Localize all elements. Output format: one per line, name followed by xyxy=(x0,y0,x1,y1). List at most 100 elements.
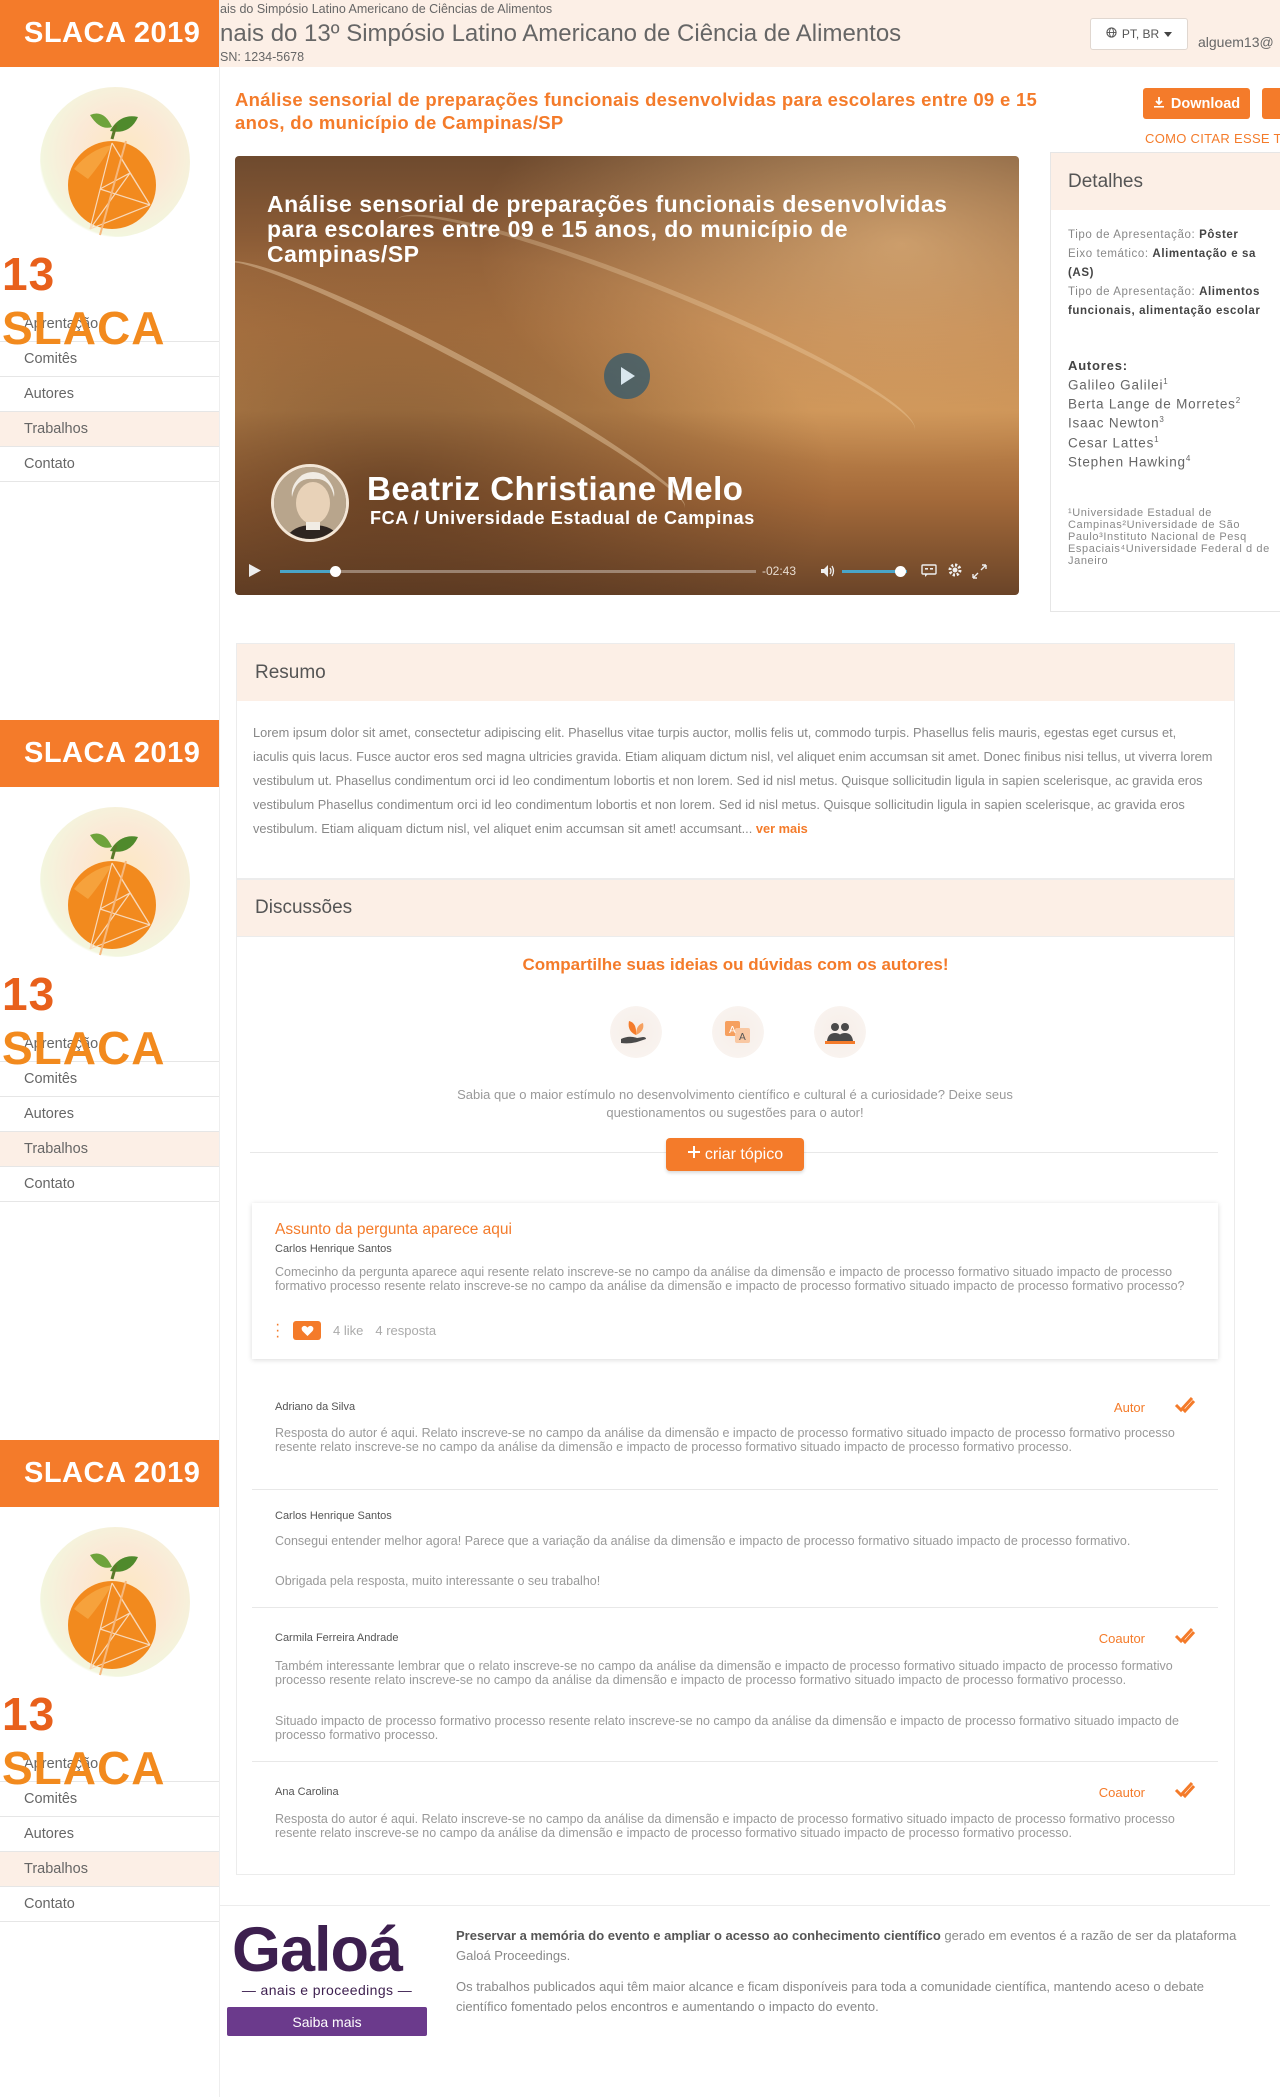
curiosity-text: Sabia que o maior estímulo no desenvolvi… xyxy=(457,1087,1013,1120)
brand-bar[interactable]: SLACA 2019 xyxy=(0,1440,219,1507)
download-options-button[interactable] xyxy=(1262,88,1280,119)
author-name[interactable]: Isaac Newton3 xyxy=(1068,415,1165,431)
volume-icon xyxy=(821,565,835,577)
sidebar-item-trabalhos[interactable]: Trabalhos xyxy=(0,1852,219,1887)
question-body: Comecinho da pergunta aparece aqui resen… xyxy=(275,1265,1185,1293)
presenter-name: Beatriz Christiane Melo xyxy=(367,470,744,507)
sidebar-item-contato[interactable]: Contato xyxy=(0,1887,219,1922)
like-button[interactable] xyxy=(293,1321,321,1340)
author-name[interactable]: Galileo Galilei1 xyxy=(1068,377,1169,393)
download-label: Download xyxy=(1170,95,1241,112)
reply-author: Carlos Henrique Santos xyxy=(275,1510,392,1522)
author-name[interactable]: Cesar Lattes1 xyxy=(1068,435,1159,451)
cite-link[interactable]: COMO CITAR ESSE T xyxy=(1145,131,1280,146)
play-icon xyxy=(621,367,635,385)
language-selector[interactable]: PT, BR xyxy=(1090,18,1188,50)
issn: SN: 1234-5678 xyxy=(220,50,305,64)
event-logo[interactable]: 13 SLACA xyxy=(0,67,219,354)
discussions-heading: Discussões xyxy=(236,879,1235,937)
reply-author: Ana Carolina xyxy=(275,1786,339,1798)
question-card[interactable]: Assunto da pergunta aparece aqui Carlos … xyxy=(252,1203,1218,1359)
author-name[interactable]: Stephen Hawking4 xyxy=(1068,454,1191,470)
orange-logo-icon xyxy=(68,833,156,956)
plant-hand-icon xyxy=(610,1006,662,1058)
detail-line: (AS) xyxy=(1068,267,1095,279)
user-menu[interactable]: alguem13@ xyxy=(1198,34,1274,50)
reply-count[interactable]: 4 resposta xyxy=(375,1323,436,1338)
event-logo[interactable]: 13 SLACA xyxy=(0,787,219,1074)
translate-icon: AA xyxy=(712,1006,764,1058)
reply-role-badge: Coautor xyxy=(1098,1631,1145,1646)
video-title: Análise sensorial de preparações funcion… xyxy=(267,191,948,267)
play-button[interactable] xyxy=(248,563,262,583)
play-icon xyxy=(249,564,261,577)
abstract-heading: Resumo xyxy=(237,644,1234,701)
sidebar-item-contato[interactable]: Contato xyxy=(0,447,219,482)
galoa-tagline: — anais e proceedings — xyxy=(241,1982,413,1998)
read-more-link[interactable]: ver mais xyxy=(756,821,808,836)
download-button[interactable]: Download xyxy=(1143,88,1250,119)
sidebar-item-trabalhos[interactable]: Trabalhos xyxy=(0,1132,219,1167)
caret-down-icon xyxy=(1164,27,1173,41)
play-overlay-button[interactable] xyxy=(604,353,650,399)
reply-body: Resposta do autor é aqui. Relato inscrev… xyxy=(275,1812,1175,1840)
settings-button[interactable] xyxy=(947,562,963,583)
captions-button[interactable] xyxy=(921,564,937,582)
svg-text:A: A xyxy=(729,1025,736,1036)
presenter-avatar xyxy=(271,464,349,542)
reply-item: Carmila Ferreira Andrade Coautor Também … xyxy=(252,1608,1218,1762)
details-heading: Detalhes xyxy=(1051,153,1280,210)
reply-body: Situado impacto de processo formativo pr… xyxy=(275,1714,1179,1742)
video-progress-bar[interactable] xyxy=(280,566,756,577)
double-check-icon xyxy=(1174,1626,1196,1651)
fullscreen-button[interactable] xyxy=(972,564,987,584)
author-name[interactable]: Berta Lange de Morretes2 xyxy=(1068,396,1241,412)
question-title[interactable]: Assunto da pergunta aparece aqui xyxy=(275,1221,512,1239)
paper-title: Análise sensorial de preparações funcion… xyxy=(235,89,1038,133)
abstract-text: Lorem ipsum dolor sit amet, consectetur … xyxy=(253,725,1213,836)
footer-text: Preservar a memória do evento e ampliar … xyxy=(456,1928,1237,1963)
reply-role-badge: Coautor xyxy=(1098,1785,1145,1800)
brand-bar[interactable]: SLACA 2019 xyxy=(0,720,219,787)
more-options-icon[interactable]: · · · xyxy=(275,1316,281,1344)
reply-body: Também interessante lembrar que o relato… xyxy=(275,1659,1173,1687)
globe-icon xyxy=(1106,27,1117,41)
download-icon xyxy=(1153,96,1165,112)
sidebar-item-autores[interactable]: Autores xyxy=(0,1097,219,1132)
detail-line: Tipo de Apresentação: Pôster xyxy=(1068,229,1239,241)
event-logo[interactable]: 13 SLACA xyxy=(0,1507,219,1794)
affiliations: ¹Universidade Estadual de Campinas²Unive… xyxy=(1068,507,1270,567)
details-card: Detalhes Tipo de Apresentação: Pôster Ei… xyxy=(1050,152,1280,612)
logo-text: 13 SLACA xyxy=(2,248,166,354)
sidebar-item-autores[interactable]: Autores xyxy=(0,1817,219,1852)
detail-line: Eixo temático: Alimentação e sa xyxy=(1068,248,1256,260)
sidebar-copy-3: SLACA 2019 13 SLACA Aprentação Comitês A… xyxy=(0,1440,220,2097)
sidebar-item-trabalhos[interactable]: Trabalhos xyxy=(0,412,219,447)
galoa-logo: Galoá — anais e proceedings — xyxy=(232,1918,422,1998)
volume-button[interactable] xyxy=(820,564,836,583)
event-subtitle: ais do Simpósio Latino Americano de Ciên… xyxy=(220,2,553,16)
like-count: 4 like xyxy=(333,1323,364,1338)
detail-line: funcionais, alimentação escolar xyxy=(1068,305,1261,317)
sidebar-copy-2: SLACA 2019 13 SLACA Aprentação Comitês A… xyxy=(0,720,220,1440)
language-label: PT, BR xyxy=(1121,27,1160,41)
footer-text-2: Os trabalhos publicados aqui têm maior a… xyxy=(456,1979,1204,2014)
logo-text: 13 SLACA xyxy=(2,1688,166,1794)
share-title: Compartilhe suas ideias ou dúvidas com o… xyxy=(522,955,949,974)
question-author: Carlos Henrique Santos xyxy=(275,1243,392,1255)
volume-handle[interactable] xyxy=(895,566,906,577)
authors-label: Autores: xyxy=(1068,358,1128,373)
new-topic-button[interactable]: criar tópico xyxy=(666,1138,804,1171)
reply-body: Resposta do autor é aqui. Relato inscrev… xyxy=(275,1426,1175,1454)
progress-handle[interactable] xyxy=(330,566,341,577)
sidebar-item-autores[interactable]: Autores xyxy=(0,377,219,412)
reply-item: Adriano da Silva Autor Resposta do autor… xyxy=(252,1375,1218,1490)
brand-bar[interactable]: SLACA 2019 xyxy=(0,0,219,67)
detail-line: Tipo de Apresentação: Alimentos xyxy=(1068,286,1261,298)
learn-more-button[interactable]: Saiba mais xyxy=(227,2007,427,2036)
double-check-icon xyxy=(1174,1780,1196,1805)
time-remaining: -02:43 xyxy=(762,564,797,578)
sidebar-item-contato[interactable]: Contato xyxy=(0,1167,219,1202)
heart-icon xyxy=(301,1325,313,1336)
video-player[interactable]: Análise sensorial de preparações funcion… xyxy=(235,156,1019,595)
